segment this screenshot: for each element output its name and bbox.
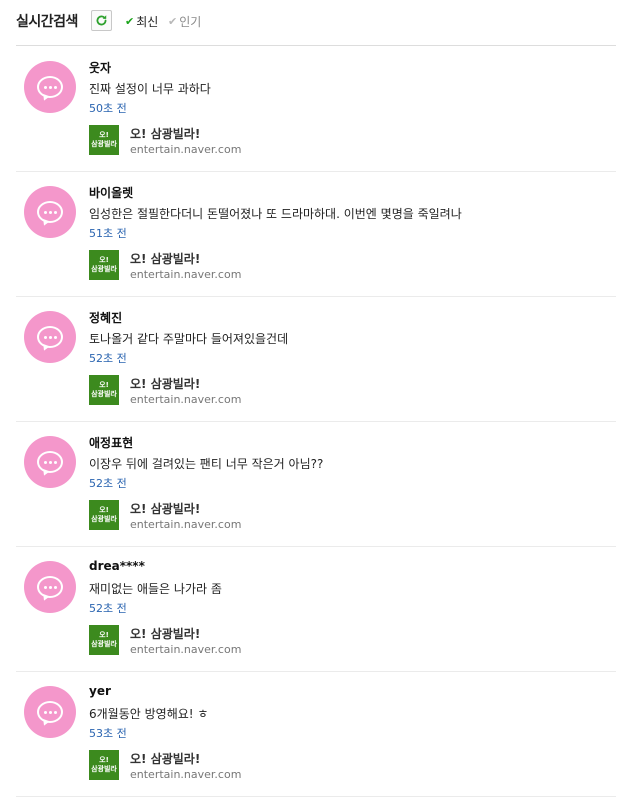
source-url: entertain.naver.com [130,643,242,656]
post-author[interactable]: 바이올렛 [89,184,133,201]
avatar[interactable] [24,61,76,113]
post-time[interactable]: 52초 전 [89,475,127,491]
avatar[interactable] [24,436,76,488]
source-title: 오! 삼광빌라! [130,252,201,266]
source-url: entertain.naver.com [130,143,242,156]
post-text: 6개월동안 방영해요! ㅎ [89,707,209,721]
source-url: entertain.naver.com [130,268,242,281]
sort-popular-label: 인기 [179,15,202,29]
post-time[interactable]: 52초 전 [89,600,127,616]
list-item: 애정표현 이장우 뒤에 걸려있는 팬티 너무 작은거 아님?? 52초 전 오!… [16,422,616,547]
source-thumbnail: 오! 삼광빌라 [89,375,119,405]
thumbnail-text: 오! [99,756,109,764]
thumbnail-text: 오! [99,506,109,514]
avatar[interactable] [24,561,76,613]
speech-bubble-icon [37,201,63,223]
source-title: 오! 삼광빌라! [130,627,201,641]
post-author[interactable]: 정혜진 [89,309,122,326]
source-thumbnail: 오! 삼광빌라 [89,250,119,280]
post-text: 임성한은 절필한다더니 돈떨어졌나 또 드라마하대. 이번엔 몇명을 죽일려나 [89,207,462,221]
avatar[interactable] [24,311,76,363]
list-item: drea**** 재미없는 애들은 나가라 좀 52초 전 오! 삼광빌라 오!… [16,547,616,672]
speech-bubble-icon [37,701,63,723]
thumbnail-text: 삼광빌라 [91,265,117,273]
avatar[interactable] [24,686,76,738]
sort-latest-option[interactable]: ✔ 최신 [125,13,158,30]
post-time[interactable]: 52초 전 [89,350,127,366]
source-title: 오! 삼광빌라! [130,752,201,766]
speech-bubble-icon [37,576,63,598]
source-thumbnail: 오! 삼광빌라 [89,500,119,530]
avatar[interactable] [24,186,76,238]
source-title: 오! 삼광빌라! [130,127,201,141]
post-list: 웃자 진짜 설정이 너무 과하다 50초 전 오! 삼광빌라 오! 삼광빌라! … [16,47,616,797]
post-author[interactable]: 웃자 [89,59,111,76]
thumbnail-text: 삼광빌라 [91,765,117,773]
list-item: yer 6개월동안 방영해요! ㅎ 53초 전 오! 삼광빌라 오! 삼광빌라!… [16,672,616,797]
thumbnail-text: 삼광빌라 [91,140,117,148]
page-title: 실시간검색 [16,14,78,30]
post-author[interactable]: 애정표현 [89,434,133,451]
realtime-search-header: 실시간검색 ✔ 최신 ✔ 인기 [16,0,616,46]
checkmark-icon: ✔ [168,15,178,28]
post-time[interactable]: 50초 전 [89,100,127,116]
post-text: 토나올거 같다 주말마다 들어져있을건데 [89,332,289,346]
source-url: entertain.naver.com [130,393,242,406]
thumbnail-text: 삼광빌라 [91,390,117,398]
thumbnail-text: 오! [99,381,109,389]
thumbnail-text: 삼광빌라 [91,515,117,523]
post-author[interactable]: yer [89,684,111,698]
source-title: 오! 삼광빌라! [130,502,201,516]
source-thumbnail: 오! 삼광빌라 [89,750,119,780]
refresh-button[interactable] [91,10,112,31]
sort-latest-label: 최신 [136,15,159,29]
source-url: entertain.naver.com [130,768,242,781]
list-item: 정혜진 토나올거 같다 주말마다 들어져있을건데 52초 전 오! 삼광빌라 오… [16,297,616,422]
post-author[interactable]: drea**** [89,559,145,573]
sort-popular-option[interactable]: ✔ 인기 [168,13,201,30]
speech-bubble-icon [37,326,63,348]
speech-bubble-icon [37,76,63,98]
thumbnail-text: 오! [99,631,109,639]
source-title: 오! 삼광빌라! [130,377,201,391]
thumbnail-text: 삼광빌라 [91,640,117,648]
post-text: 재미없는 애들은 나가라 좀 [89,582,222,596]
refresh-icon [96,15,107,26]
source-url: entertain.naver.com [130,518,242,531]
post-text: 진짜 설정이 너무 과하다 [89,82,211,96]
thumbnail-text: 오! [99,131,109,139]
list-item: 웃자 진짜 설정이 너무 과하다 50초 전 오! 삼광빌라 오! 삼광빌라! … [16,47,616,172]
source-thumbnail: 오! 삼광빌라 [89,625,119,655]
list-item: 바이올렛 임성한은 절필한다더니 돈떨어졌나 또 드라마하대. 이번엔 몇명을 … [16,172,616,297]
checkmark-icon: ✔ [125,15,135,28]
speech-bubble-icon [37,451,63,473]
post-time[interactable]: 51초 전 [89,225,127,241]
thumbnail-text: 오! [99,256,109,264]
post-time[interactable]: 53초 전 [89,725,127,741]
source-thumbnail: 오! 삼광빌라 [89,125,119,155]
post-text: 이장우 뒤에 걸려있는 팬티 너무 작은거 아님?? [89,457,324,471]
